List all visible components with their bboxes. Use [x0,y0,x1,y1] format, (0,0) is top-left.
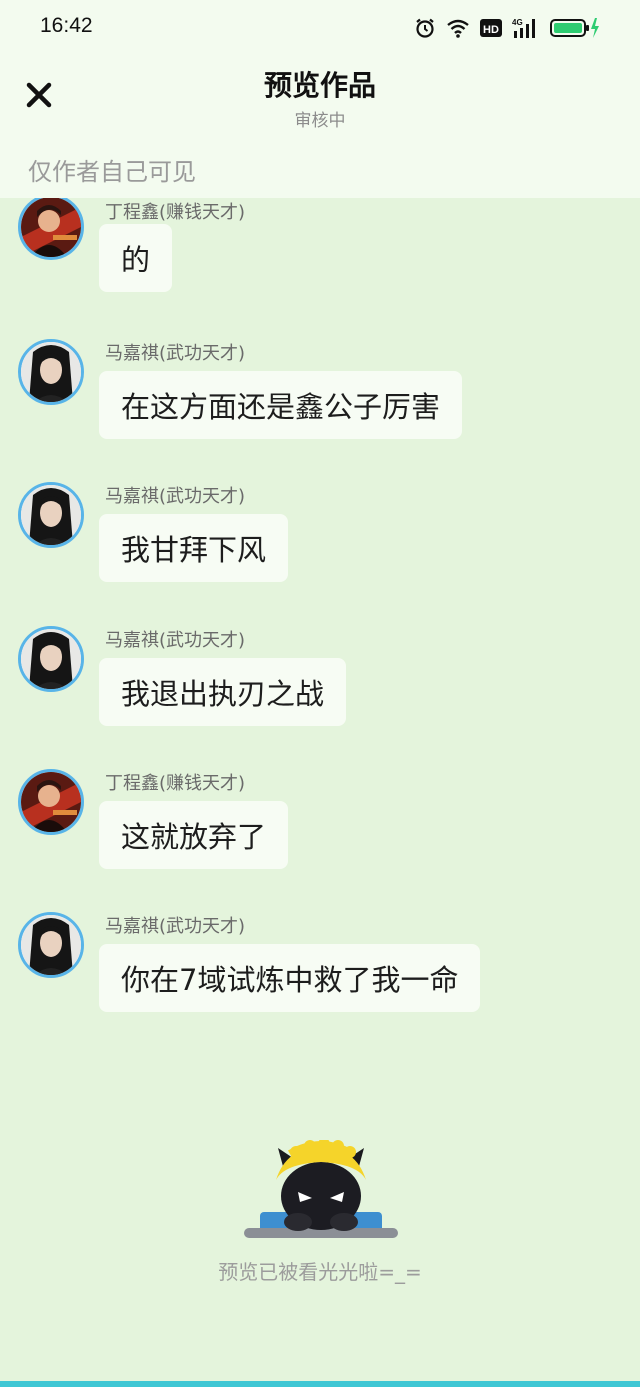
sender-avatar[interactable] [18,626,84,692]
sender-avatar[interactable] [18,912,84,978]
review-status: 审核中 [294,111,346,131]
sender-name: 马嘉祺(武功天才) [105,630,246,651]
sender-avatar[interactable] [18,482,84,548]
sender-name: 丁程鑫(赚钱天才) [105,773,246,794]
sender-name: 马嘉祺(武功天才) [105,343,246,364]
message-row: 马嘉祺(武功天才) 我退出执刃之战 [0,626,640,726]
sender-name: 马嘉祺(武功天才) [105,916,246,937]
svg-text:HD: HD [483,24,499,36]
message-bubble[interactable]: 你在7域试炼中救了我一命 [99,944,481,1012]
message-row: 丁程鑫(赚钱天才) 这就放弃了 [0,769,640,869]
status-time: 16:42 [40,14,93,37]
hd-icon: HD [480,18,502,38]
message-row: 马嘉祺(武功天才) 你在7域试炼中救了我一命 [0,912,640,1012]
mascot-icon [240,1138,402,1244]
message-bubble[interactable]: 在这方面还是鑫公子厉害 [99,371,463,439]
message-bubble[interactable]: 我甘拜下风 [99,514,289,582]
battery-charging-icon [550,17,600,39]
sender-avatar[interactable] [18,769,84,835]
status-icons: HD 4G [414,15,600,41]
message-row: 丁程鑫(赚钱天才) 的 [0,198,640,298]
svg-text:4G: 4G [512,18,523,27]
message-bubble[interactable]: 的 [99,224,173,292]
message-row: 马嘉祺(武功天才) 我甘拜下风 [0,482,640,582]
sender-name: 马嘉祺(武功天才) [105,486,246,507]
wifi-icon [446,18,470,38]
message-bubble[interactable]: 我退出执刃之战 [99,658,347,726]
alarm-icon [414,17,436,39]
sender-avatar[interactable] [18,339,84,405]
bottom-accent-bar [0,1381,640,1387]
message-row: 马嘉祺(武功天才) 在这方面还是鑫公子厉害 [0,339,640,439]
signal-4g-icon: 4G [512,17,540,39]
message-bubble[interactable]: 这就放弃了 [99,801,289,869]
status-bar: 16:42 HD 4G [0,0,640,56]
preview-end-text: 预览已被看光光啦=_= [218,1260,422,1284]
sender-avatar[interactable] [18,198,84,260]
sender-name: 丁程鑫(赚钱天才) [105,202,246,223]
visibility-note: 仅作者自己可见 [28,158,196,186]
top-area: 16:42 HD 4G 预览作品 审核中 仅作者自己可见 [0,0,640,198]
page-title: 预览作品 [263,69,376,102]
header: 预览作品 审核中 [0,56,640,140]
chat-list[interactable]: 丁程鑫(赚钱天才) 的 马嘉祺(武功天才) 在这方面还是鑫公子厉害 马嘉祺(武功… [0,198,640,1278]
